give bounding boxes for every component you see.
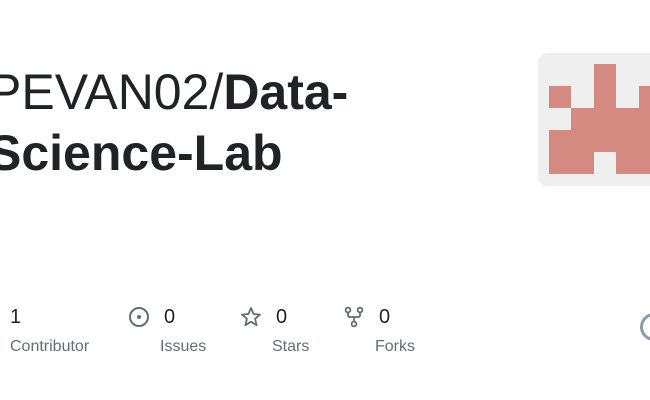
issues-count: 0 <box>164 305 176 328</box>
issues-label: Issues <box>160 338 207 355</box>
contributors-stat[interactable]: 1 Contributor <box>10 304 89 356</box>
owner-avatar <box>538 53 650 186</box>
identicon-icon <box>549 64 650 174</box>
repo-title: PEVAN02/Data- Science-Lab <box>0 62 508 184</box>
forks-label: Forks <box>375 338 415 355</box>
repo-name-line1: Data- <box>223 64 349 120</box>
star-icon <box>240 306 262 328</box>
contributors-label: Contributor <box>10 338 90 355</box>
issues-stat[interactable]: 0 Issues <box>128 304 206 356</box>
repo-name-line2: Science-Lab <box>0 125 283 181</box>
forks-stat[interactable]: 0 Forks <box>343 304 415 356</box>
issue-opened-icon <box>128 306 150 328</box>
stars-count: 0 <box>276 305 288 328</box>
forks-count: 0 <box>379 305 391 328</box>
repo-stats: 1 Contributor 0 Issues 0 Stars 0 Forks <box>0 304 650 364</box>
repo-owner: PEVAN02/ <box>0 64 224 120</box>
contributors-count: 1 <box>10 305 22 328</box>
stars-label: Stars <box>272 338 310 355</box>
repo-forked-icon <box>343 306 365 328</box>
stars-stat[interactable]: 0 Stars <box>240 304 309 356</box>
